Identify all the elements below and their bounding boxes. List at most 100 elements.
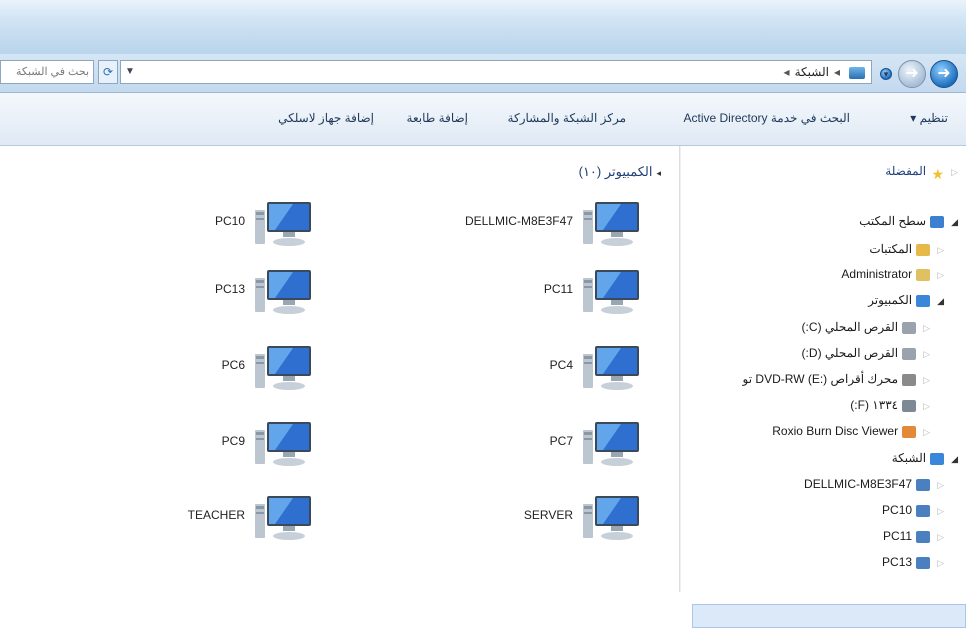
computer-name: PC4 [549, 358, 573, 372]
network-computer-icon [253, 268, 315, 316]
nav-item[interactable]: ▷ ١٣٣٤ (F:) [850, 398, 930, 412]
nav-item-label: الكمبيوتر [868, 293, 913, 307]
network-computer-icon [581, 200, 643, 248]
computer-name: TEACHER [187, 508, 245, 522]
network-computer-item[interactable]: PC13 [55, 268, 315, 316]
add-wireless-device-button[interactable]: إضافة جهاز لاسلكي [278, 111, 374, 125]
expand-icon[interactable]: ▷ [923, 323, 930, 333]
expanded-icon[interactable]: ◢ [937, 296, 944, 306]
nav-item[interactable]: ▷ القرص المحلي (C:) [802, 320, 930, 334]
network-computer-icon [253, 494, 315, 542]
add-printer-button[interactable]: إضافة طابعة [407, 111, 468, 125]
chevron-down-icon[interactable]: ▼ [125, 61, 135, 83]
drive-icon [902, 321, 917, 334]
breadcrumb-separator: ◂ [833, 65, 840, 79]
refresh-icon[interactable]: ⟳ [98, 60, 118, 84]
nav-item-label: Administrator [841, 267, 913, 281]
group-label: الكمبيوتر (١٠) [578, 164, 653, 179]
network-icon [930, 452, 945, 465]
network-sharing-center-button[interactable]: مركز الشبكة والمشاركة [508, 111, 626, 125]
nav-item[interactable]: ◢ الكمبيوتر [868, 293, 944, 307]
nav-item-label: Roxio Burn Disc Viewer [772, 424, 899, 438]
computer-name: PC7 [549, 434, 573, 448]
network-computer-item[interactable]: PC4 [383, 344, 643, 392]
computer-name: PC13 [214, 282, 245, 296]
expanded-icon[interactable]: ◢ [951, 454, 958, 464]
expand-icon[interactable]: ▷ [937, 558, 944, 568]
network-computer-item[interactable]: PC10 [55, 200, 315, 248]
network-computer-icon [581, 494, 643, 542]
nav-item[interactable]: ▷ ★ المفضلة [885, 164, 958, 182]
nav-item-label: PC13 [882, 555, 913, 569]
nav-item[interactable]: ▷ PC10 [882, 503, 944, 517]
collapse-icon[interactable]: ◂ [656, 168, 661, 178]
nav-item[interactable]: ▷ PC13 [882, 555, 944, 569]
group-header-computer[interactable]: ◂الكمبيوتر (١٠) [579, 164, 661, 180]
expand-icon[interactable]: ▷ [937, 506, 944, 516]
organize-button[interactable]: تنظيم ▾ [910, 111, 948, 125]
computer-name: DELLMIC-M8E3F47 [464, 214, 573, 228]
network-computer-item[interactable]: SERVER [383, 494, 643, 542]
network-computer-item[interactable]: PC6 [55, 344, 315, 392]
roxio-icon [902, 425, 917, 438]
navigation-pane: ▷ ★ المفضلة ◢ سطح المكتب ▷ المكتبات ▷ Administra… [681, 146, 966, 628]
forward-button[interactable]: ➜ [930, 60, 958, 88]
expand-icon[interactable]: ▷ [937, 245, 944, 255]
nav-item-label: PC10 [882, 503, 913, 517]
address-row: بحث في الشبكة ⟳ ◂ الشبكة ◂ ▼ ➜ ➜ ▾ [0, 54, 966, 93]
navigation-buttons: ➜ ➜ ▾ [880, 58, 958, 88]
network-computer-item[interactable]: PC7 [383, 420, 643, 468]
network-computer-item[interactable]: PC9 [55, 420, 315, 468]
nav-item-label: سطح المكتب [859, 214, 927, 228]
back-button[interactable]: ➜ [898, 60, 926, 88]
nav-item[interactable]: ▷ المكتبات [869, 242, 944, 256]
network-computer-icon [253, 420, 315, 468]
nav-item[interactable]: ◢ سطح المكتب [859, 214, 958, 228]
expand-icon[interactable]: ▷ [923, 349, 930, 359]
nav-item[interactable]: ▷ Roxio Burn Disc Viewer [772, 424, 930, 438]
expand-icon[interactable]: ▷ [923, 427, 930, 437]
network-computer-icon [916, 504, 931, 517]
computer-name: PC10 [214, 214, 245, 228]
nav-item-label: DELLMIC-M8E3F47 [804, 477, 913, 491]
star-icon: ★ [931, 165, 945, 182]
network-computer-icon [581, 344, 643, 392]
expand-icon[interactable]: ▷ [937, 532, 944, 542]
library-icon [916, 243, 931, 256]
nav-item[interactable]: ▷ PC11 [883, 529, 944, 543]
search-input[interactable]: بحث في الشبكة [0, 60, 94, 84]
expand-icon[interactable]: ▷ [937, 270, 944, 280]
address-bar[interactable]: ◂ الشبكة ◂ ▼ [120, 60, 872, 84]
nav-item[interactable]: ▷ محرك أقراص DVD-RW (E:) تو [743, 372, 930, 386]
nav-item[interactable]: ▷ Administrator [841, 267, 944, 281]
network-computer-icon [916, 530, 931, 543]
history-dropdown-icon[interactable]: ▾ [880, 68, 892, 80]
drive-icon [902, 347, 917, 360]
nav-item-label: PC11 [882, 529, 913, 543]
nav-item[interactable]: ◢ الشبكة [892, 451, 958, 465]
expand-icon[interactable]: ▷ [937, 480, 944, 490]
nav-item-label: ١٣٣٤ (F:) [850, 398, 899, 412]
network-computer-icon [253, 344, 315, 392]
computer-name: PC6 [221, 358, 245, 372]
network-computer-icon [253, 200, 315, 248]
network-computer-item[interactable]: PC11 [383, 268, 643, 316]
nav-item[interactable]: ▷ DELLMIC-M8E3F47 [804, 477, 944, 491]
breadcrumb-separator: ◂ [783, 65, 790, 79]
network-computer-item[interactable]: TEACHER [55, 494, 315, 542]
nav-item[interactable]: ▷ القرص المحلي (D:) [802, 346, 930, 360]
network-computer-icon [581, 420, 643, 468]
expand-icon[interactable]: ▷ [951, 167, 958, 177]
expanded-icon[interactable]: ◢ [951, 217, 958, 227]
breadcrumb-network[interactable]: الشبكة [795, 65, 829, 79]
search-active-directory-button[interactable]: البحث في خدمة Active Directory [684, 111, 851, 125]
computer-name: PC9 [221, 434, 245, 448]
network-computer-item[interactable]: DELLMIC-M8E3F47 [383, 200, 643, 248]
expand-icon[interactable]: ▷ [923, 375, 930, 385]
nav-item-label: القرص المحلي (D:) [801, 346, 899, 360]
computer-icon [916, 294, 931, 307]
nav-item-label: المفضلة [885, 164, 927, 178]
nav-item-label: المكتبات [869, 242, 913, 256]
nav-item-label: القرص المحلي (C:) [801, 320, 899, 334]
expand-icon[interactable]: ▷ [923, 401, 930, 411]
